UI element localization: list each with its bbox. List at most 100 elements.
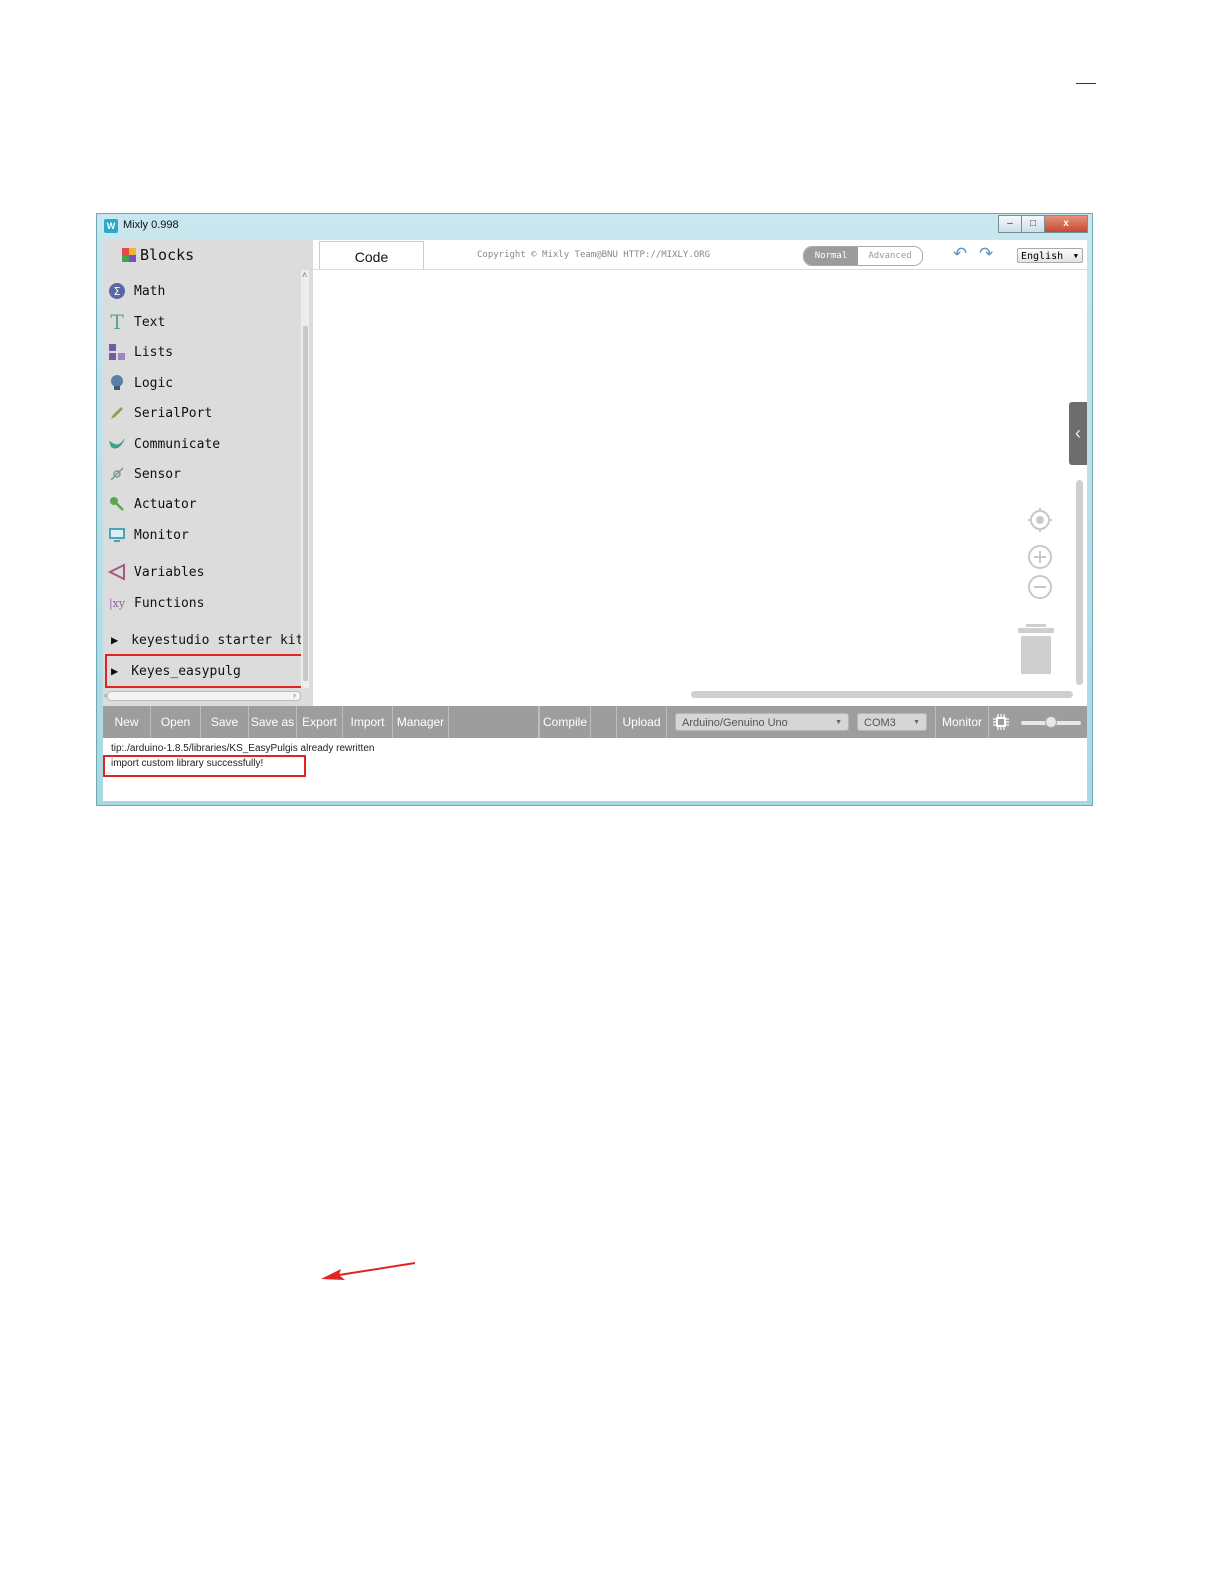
collapse-panel-chevron-icon[interactable]: ‹	[1069, 402, 1087, 465]
window-title: Mixly 0.998	[123, 219, 179, 231]
output-console: tip:./arduino-1.8.5/libraries/KS_EasyPul…	[103, 738, 1087, 1280]
workspace-horizontal-scrollbar[interactable]	[691, 691, 1073, 698]
category-label: Variables	[134, 564, 205, 580]
key-icon	[107, 494, 127, 514]
category-label: SerialPort	[134, 405, 213, 421]
port-value: COM3	[864, 717, 896, 729]
minimize-button[interactable]: –	[998, 215, 1022, 233]
monitor-icon	[107, 525, 127, 545]
trash-icon[interactable]	[1018, 624, 1054, 674]
blockly-workspace[interactable]	[313, 270, 1087, 706]
upload-button[interactable]: Upload	[617, 706, 667, 738]
category-communicate[interactable]: Communicate	[107, 432, 307, 456]
category-label: Math	[134, 283, 166, 299]
blocks-heading: Blocks	[121, 246, 194, 264]
compile-button[interactable]: Compile	[539, 706, 591, 738]
new-button[interactable]: New	[103, 706, 151, 738]
save-as-button[interactable]: Save as	[249, 706, 297, 738]
expand-triangle-icon: ▶	[111, 633, 119, 647]
board-value: Arduino/Genuino Uno	[682, 717, 788, 729]
toolbox-horizontal-scrollbar[interactable]	[107, 691, 301, 701]
annotation-arrow-icon	[321, 1262, 416, 1280]
toolbar-spacer	[449, 706, 539, 738]
zoom-slider-handle[interactable]	[1045, 716, 1057, 728]
lists-blocks-icon	[107, 342, 127, 362]
app-client-area: Blocks Σ Math T Text Lists Logic SerialP…	[103, 240, 1087, 1280]
port-select[interactable]: COM3 ▼	[857, 713, 927, 731]
satellite-icon	[107, 464, 127, 484]
category-label: Sensor	[134, 466, 181, 482]
category-label: Monitor	[134, 527, 189, 543]
category-variables[interactable]: Variables	[107, 560, 307, 584]
lightbulb-icon	[107, 373, 127, 393]
scroll-up-arrow-icon[interactable]: ˄	[302, 270, 307, 280]
language-select[interactable]: English ▼	[1017, 248, 1083, 263]
category-keyestudio-starter-kit[interactable]: ▶ keyestudio starter kit	[107, 628, 307, 652]
puzzle-icon	[122, 248, 136, 262]
block-toolbox: Blocks Σ Math T Text Lists Logic SerialP…	[103, 240, 313, 706]
open-button[interactable]: Open	[151, 706, 201, 738]
svg-text:Σ: Σ	[114, 285, 121, 298]
mode-toggle[interactable]: Normal Advanced	[803, 246, 923, 266]
mode-normal-option[interactable]: Normal	[804, 247, 858, 265]
recenter-target-icon[interactable]	[1027, 507, 1053, 533]
category-text[interactable]: T Text	[107, 310, 307, 334]
text-t-icon: T	[110, 310, 124, 334]
toolbox-scroll-thumb[interactable]	[303, 326, 308, 681]
undo-icon[interactable]: ↶	[953, 244, 967, 264]
bottom-toolbar: New Open Save Save as Export Import Mana…	[103, 706, 1087, 738]
manager-button[interactable]: Manager	[393, 706, 449, 738]
chevron-down-icon: ▼	[1073, 252, 1078, 260]
category-actuator[interactable]: Actuator	[107, 492, 307, 516]
scroll-right-arrow-icon[interactable]: ›	[293, 690, 296, 700]
window-controls: – □ x	[998, 215, 1088, 233]
highlight-keyes-easypulg	[105, 654, 303, 688]
category-monitor[interactable]: Monitor	[107, 523, 307, 547]
highlight-success-message	[103, 755, 306, 777]
mixly-window: W Mixly 0.998 – □ x Blocks Σ Math T Text…	[96, 213, 1093, 1280]
monitor-button[interactable]: Monitor	[935, 706, 989, 738]
category-label: Functions	[134, 595, 205, 611]
category-math[interactable]: Σ Math	[107, 279, 307, 303]
console-line: tip:./arduino-1.8.5/libraries/KS_EasyPul…	[111, 743, 375, 754]
function-xy-icon: |xy	[108, 596, 126, 610]
category-label: Logic	[134, 375, 174, 391]
copyright-text: Copyright © Mixly Team@BNU HTTP://MIXLY.…	[477, 250, 710, 260]
chevron-down-icon: ▼	[835, 719, 842, 726]
category-label: Text	[134, 314, 166, 330]
category-lists[interactable]: Lists	[107, 340, 307, 364]
save-button[interactable]: Save	[201, 706, 249, 738]
redo-icon[interactable]: ↷	[979, 244, 993, 264]
blocks-heading-label: Blocks	[140, 246, 195, 264]
page-mark	[1076, 83, 1096, 84]
chevron-down-icon: ▼	[913, 719, 920, 726]
language-value: English	[1021, 251, 1064, 262]
category-sensor[interactable]: Sensor	[107, 462, 307, 486]
import-button[interactable]: Import	[343, 706, 393, 738]
pen-icon	[107, 403, 127, 423]
workspace-vertical-scrollbar[interactable]	[1076, 480, 1083, 685]
maximize-button[interactable]: □	[1021, 215, 1045, 233]
zoom-in-icon[interactable]	[1027, 544, 1053, 570]
tab-code[interactable]: Code	[319, 241, 424, 270]
board-select[interactable]: Arduino/Genuino Uno ▼	[675, 713, 849, 731]
category-logic[interactable]: Logic	[107, 371, 307, 395]
zoom-out-icon[interactable]	[1027, 574, 1053, 600]
export-button[interactable]: Export	[297, 706, 343, 738]
category-label: Communicate	[134, 436, 221, 452]
mixly-app-icon: W	[104, 219, 118, 233]
category-functions[interactable]: |xy Functions	[107, 591, 307, 615]
toolbar-spacer	[591, 706, 617, 738]
category-label: keyestudio starter kit	[131, 632, 304, 648]
scroll-left-arrow-icon[interactable]: ‹	[104, 690, 107, 700]
close-button[interactable]: x	[1044, 215, 1088, 233]
mode-advanced-option[interactable]: Advanced	[858, 247, 922, 265]
bird-icon	[107, 434, 127, 454]
sigma-icon: Σ	[107, 281, 127, 301]
category-label: Lists	[134, 344, 174, 360]
variable-icon	[107, 562, 127, 582]
chip-icon[interactable]	[993, 714, 1009, 730]
title-bar[interactable]: W Mixly 0.998 – □ x	[97, 214, 1092, 238]
category-label: Actuator	[134, 496, 197, 512]
category-serialport[interactable]: SerialPort	[107, 401, 307, 425]
